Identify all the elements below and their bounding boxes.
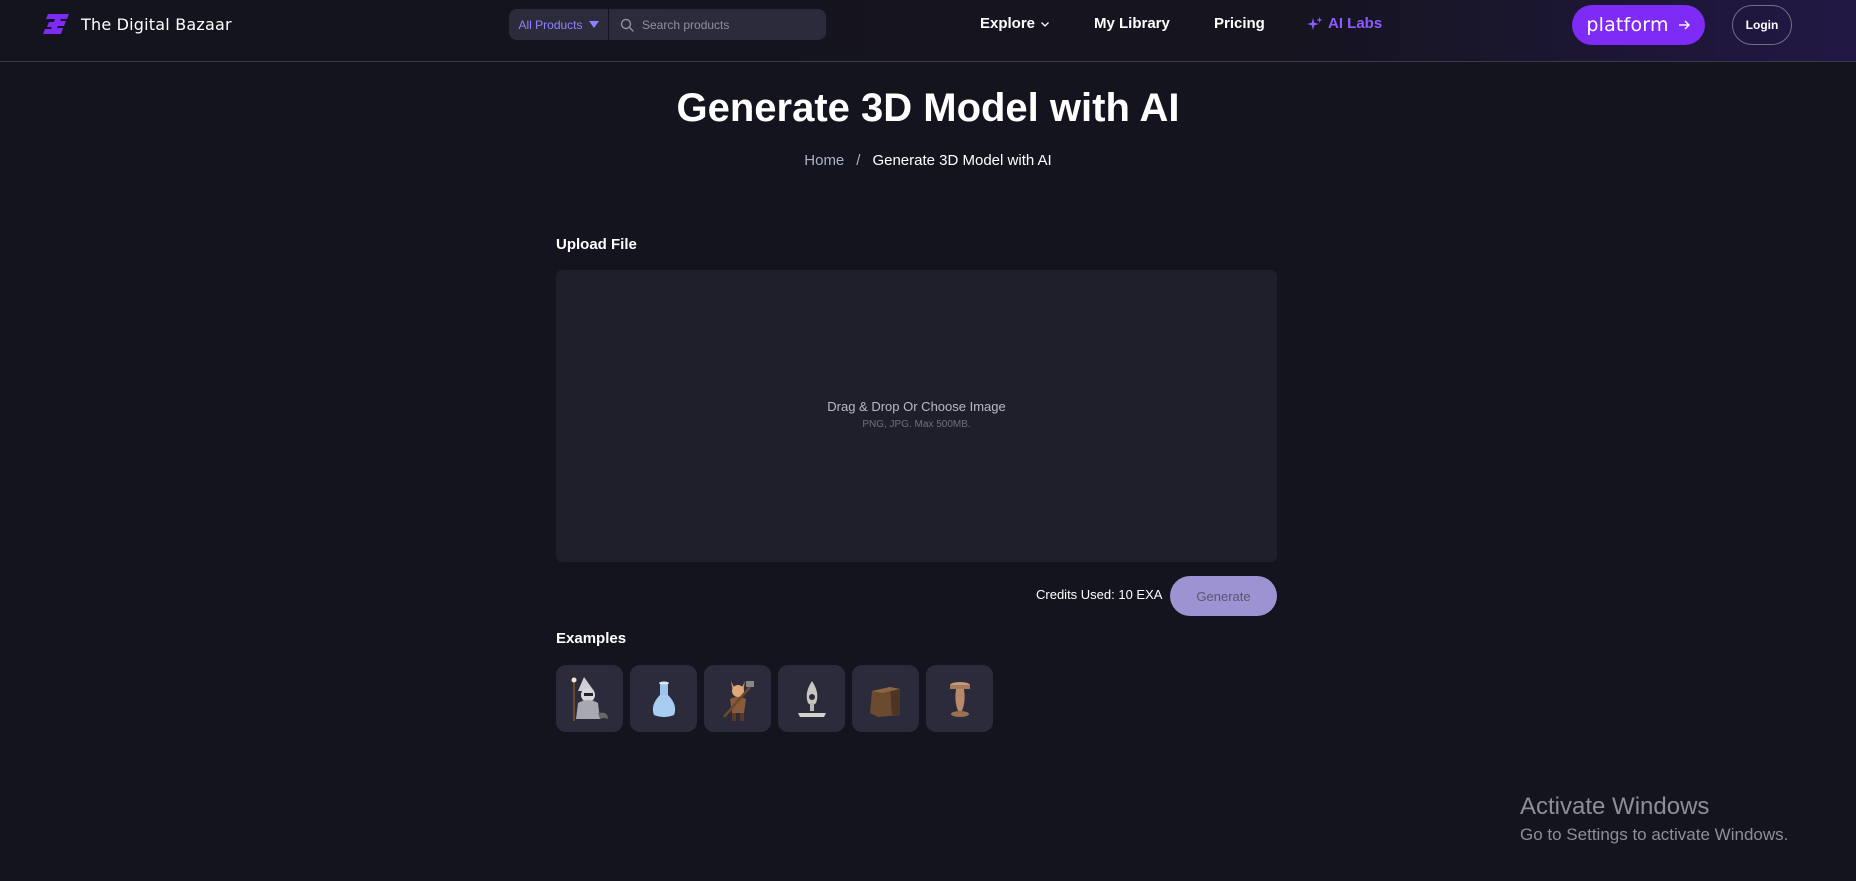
search-icon: [620, 18, 634, 32]
upload-label: Upload File: [556, 236, 637, 253]
chevron-down-icon: [1041, 21, 1049, 27]
windows-activation-watermark: Activate Windows Go to Settings to activ…: [1520, 793, 1788, 845]
watermark-title: Activate Windows: [1520, 793, 1710, 820]
watermark-subtitle: Go to Settings to activate Windows.: [1520, 825, 1789, 844]
sparkle-icon: [1307, 16, 1323, 30]
search-bar: All Products: [509, 9, 826, 40]
search-field: [609, 9, 826, 40]
platform-label: platform: [1586, 14, 1669, 36]
examples-label: Examples: [556, 630, 627, 647]
breadcrumb: Home / Generate 3D Model with AI: [0, 152, 1856, 169]
example-item[interactable]: [556, 665, 623, 732]
nav-ai-labs[interactable]: AI Labs: [1307, 15, 1382, 32]
search-input[interactable]: [642, 17, 812, 32]
page-title: Generate 3D Model with AI: [676, 86, 1180, 130]
login-button[interactable]: Login: [1732, 5, 1792, 45]
wooden-stump-thumbnail-icon: [869, 686, 900, 717]
generate-button[interactable]: Generate: [1170, 576, 1277, 616]
file-dropzone[interactable]: Drag & Drop Or Choose Image PNG, JPG. Ma…: [556, 270, 1277, 562]
dropzone-hint: PNG, JPG. Max 500MB.: [862, 419, 971, 430]
glass-vase-thumbnail-icon: [652, 681, 675, 717]
nav-ai-labs-label: AI Labs: [1328, 15, 1383, 32]
arrow-right-icon: [1678, 20, 1690, 30]
platform-button[interactable]: platform: [1572, 5, 1705, 45]
breadcrumb-separator: /: [856, 152, 861, 169]
raccoon-wizard-thumbnail-icon: [571, 676, 608, 721]
dropzone-text: Drag & Drop Or Choose Image: [827, 399, 1006, 414]
logo-icon: [43, 14, 69, 34]
example-item[interactable]: [852, 665, 919, 732]
breadcrumb-home[interactable]: Home: [804, 152, 844, 169]
brand-name: The Digital Bazaar: [81, 14, 232, 34]
example-item[interactable]: [778, 665, 845, 732]
nav-explore-label: Explore: [980, 15, 1036, 32]
caret-down-icon: [588, 21, 599, 28]
brand-logo[interactable]: The Digital Bazaar: [41, 12, 232, 36]
credits-used: Credits Used: 10 EXA: [1036, 587, 1163, 602]
nav-explore[interactable]: Explore: [980, 15, 1050, 32]
top-navbar: The Digital Bazaar All Products Explore …: [0, 0, 1856, 62]
fox-warrior-thumbnail-icon: [722, 680, 754, 721]
example-item[interactable]: [704, 665, 771, 732]
category-dropdown[interactable]: All Products: [509, 9, 609, 40]
example-item[interactable]: [630, 665, 697, 732]
nav-my-library[interactable]: My Library: [1094, 15, 1170, 32]
nav-pricing[interactable]: Pricing: [1214, 15, 1265, 32]
wooden-pedestal-thumbnail-icon: [949, 681, 970, 717]
stone-sculpture-thumbnail-icon: [797, 680, 826, 717]
example-item[interactable]: [926, 665, 993, 732]
category-label: All Products: [518, 17, 583, 32]
breadcrumb-current: Generate 3D Model with AI: [872, 152, 1052, 169]
examples-list: [556, 665, 993, 732]
